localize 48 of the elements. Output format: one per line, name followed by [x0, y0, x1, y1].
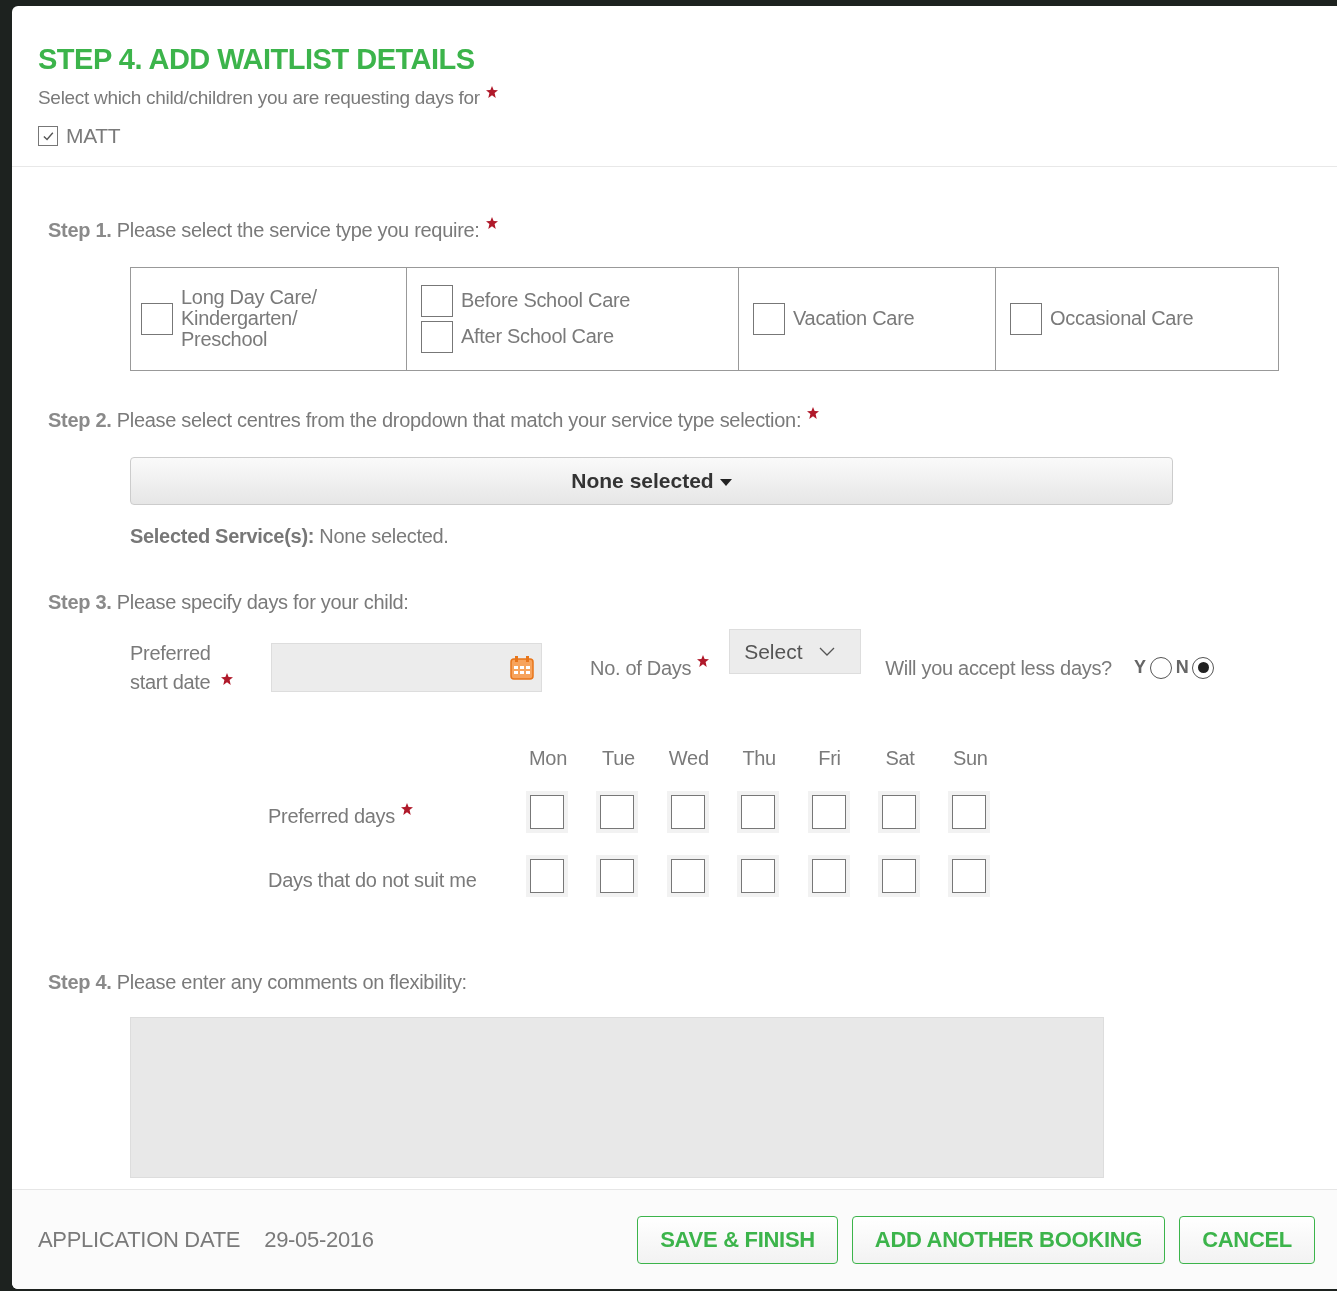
day-heading: Tue: [600, 745, 636, 771]
checkbox[interactable]: [421, 284, 453, 317]
field-label: Preferred start date: [130, 640, 212, 695]
step-heading: Step 3. Please specify days for your child:: [48, 589, 409, 615]
caret-icon: [719, 479, 732, 487]
radio-label: N: [1175, 656, 1189, 680]
question-text: Will you accept less days?: [885, 655, 1112, 681]
child-label: MATT: [66, 123, 121, 150]
prompt-text: Select which child/children you are requesting days for: [38, 85, 480, 110]
step-heading: Step 2. Please select centres from the dropdown that match your service type selection:: [48, 407, 802, 433]
checkbox[interactable]: [38, 126, 58, 147]
days-select[interactable]: Select: [729, 628, 862, 674]
centres-dropdown[interactable]: None selected: [130, 456, 1173, 505]
date-field[interactable]: [271, 643, 542, 693]
day-heading: Wed: [670, 745, 707, 771]
step-heading: Step 4. Please enter any comments on flexibility:: [48, 969, 467, 995]
service-option-label: Vacation Care: [793, 308, 915, 330]
footer-button[interactable]: ADD ANOTHER BOOKING: [851, 1215, 1166, 1264]
radio-label: Y: [1133, 656, 1146, 680]
radio-button[interactable]: [1149, 656, 1172, 679]
radio-button[interactable]: [1192, 656, 1215, 679]
row-label: Days that do not suit me: [268, 867, 477, 893]
checkbox[interactable]: [753, 302, 785, 335]
form-title: STEP 4. ADD WAITLIST DETAILS: [38, 44, 476, 76]
comments-field[interactable]: [130, 1016, 1104, 1178]
day-heading: Mon: [530, 745, 566, 771]
footer-button[interactable]: SAVE & FINISH: [637, 1215, 838, 1264]
chevron-icon: [818, 646, 835, 656]
service-option-label: Occasional Care: [1050, 308, 1194, 330]
check-icon: [41, 129, 55, 143]
day-heading: Sat: [884, 745, 916, 771]
checkbox[interactable]: [141, 302, 173, 335]
service-option-label: After School Care: [461, 326, 614, 348]
footer-button[interactable]: CANCEL: [1179, 1215, 1315, 1264]
application-date-label: APPLICATION DATE: [38, 1226, 241, 1254]
calendar-icon[interactable]: [509, 654, 535, 681]
checkbox[interactable]: [421, 320, 453, 353]
field-label: No. of Days: [590, 655, 692, 681]
day-heading: Sun: [952, 745, 989, 771]
service-option-label: Long Day Care/ Kindergarten/ Preschool: [181, 287, 318, 351]
day-heading: Thu: [741, 745, 777, 771]
selected-services-text: Selected Service(s): None selected.: [130, 523, 450, 549]
day-heading: Fri: [817, 745, 842, 771]
checkbox[interactable]: [1010, 302, 1042, 335]
service-option-label: Before School Care: [461, 290, 631, 312]
row-label: Preferred days: [268, 803, 395, 829]
application-date-value: 29-05-2016: [264, 1226, 374, 1254]
step-heading: Step 1. Please select the service type you require:: [48, 217, 480, 243]
